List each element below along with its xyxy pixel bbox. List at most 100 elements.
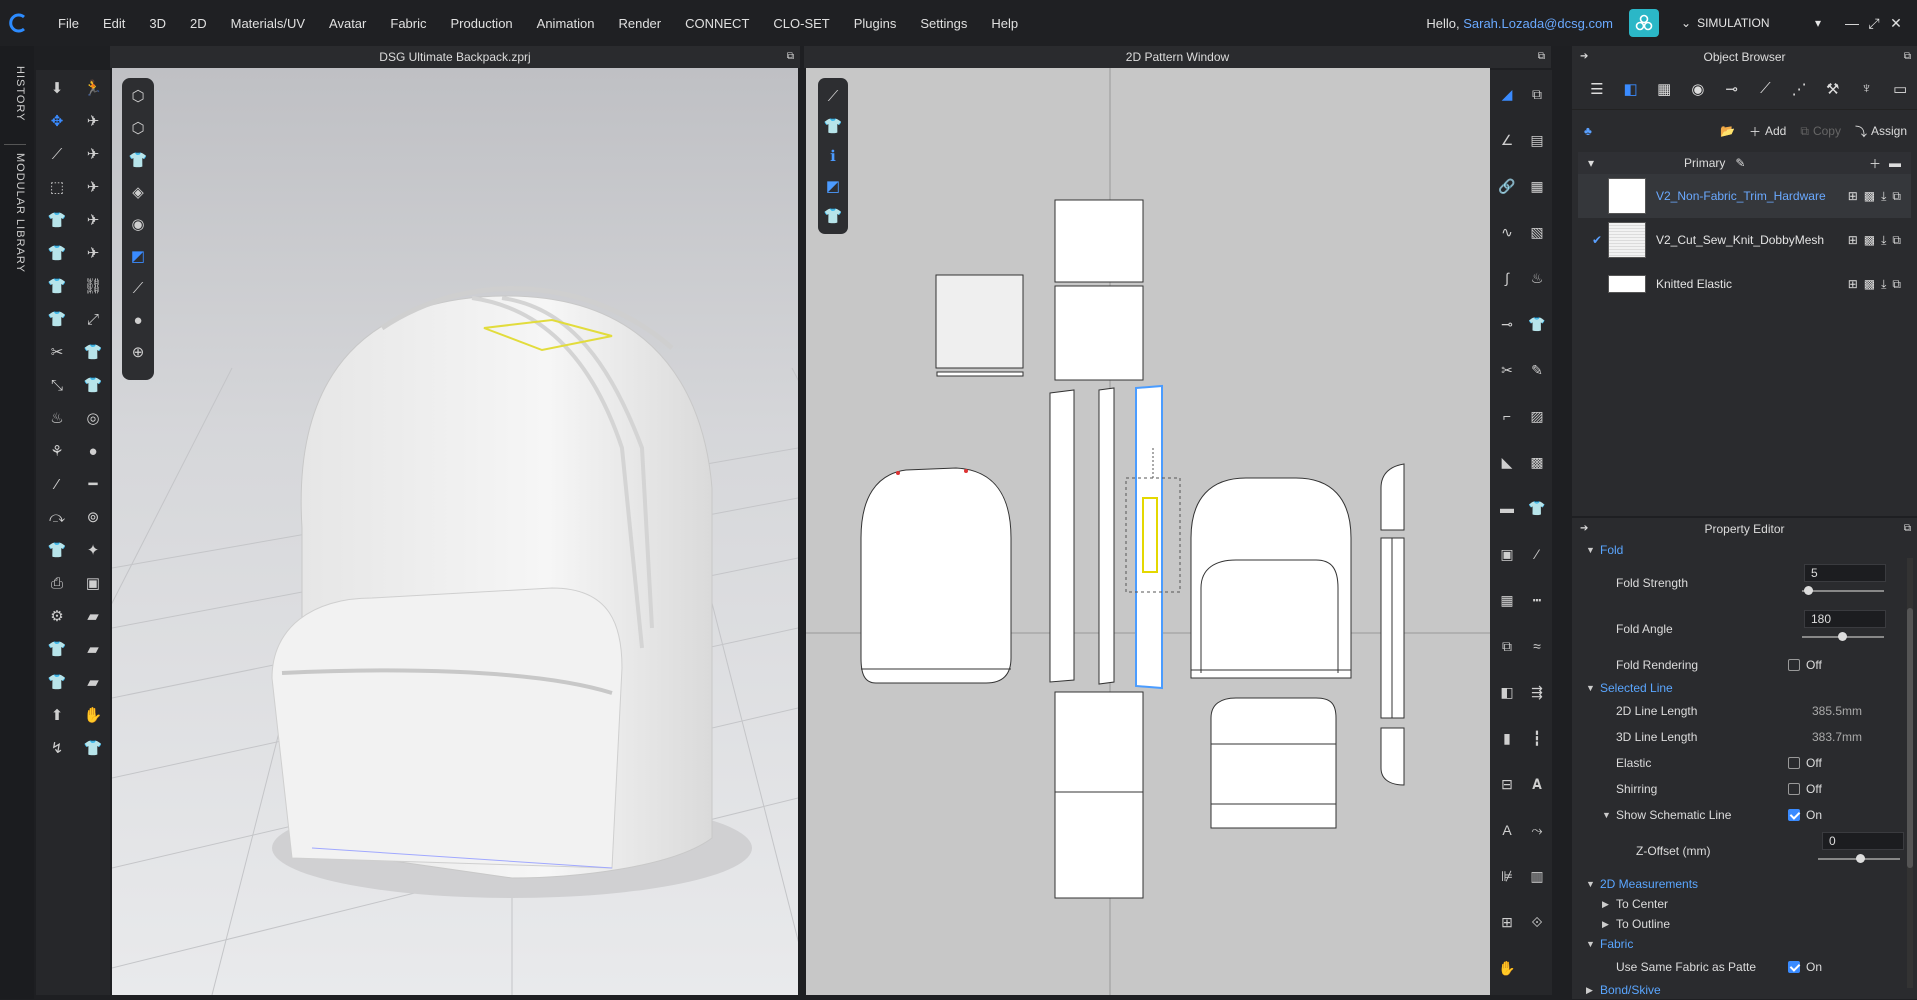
save-fabric-icon[interactable]: ⤓ xyxy=(1881,277,1886,292)
hanger-icon[interactable]: ⚘ xyxy=(44,439,70,463)
dart-icon[interactable]: ◣ xyxy=(1494,450,1520,474)
globe-view-icon[interactable]: ⊕ xyxy=(125,340,151,364)
box-3-icon[interactable]: ▰ xyxy=(80,670,106,694)
pattern-copy-icon[interactable]: ⧉ xyxy=(1524,82,1550,106)
glue-icon[interactable]: ⎙ xyxy=(44,571,70,595)
duplicate-icon[interactable]: ⧉ xyxy=(1892,277,1901,292)
box-2-icon[interactable]: ▰ xyxy=(80,637,106,661)
cut-icon[interactable]: ✂ xyxy=(1494,358,1520,382)
shirt-measure-icon[interactable]: 👕 xyxy=(80,340,106,364)
text-icon[interactable]: 𝐀 xyxy=(1524,772,1550,796)
shirt-arrange-icon[interactable]: ✈ xyxy=(80,208,106,232)
bag-icon[interactable]: ⚙ xyxy=(44,604,70,628)
link-icon[interactable]: 🔗 xyxy=(1494,174,1520,198)
shirt-tool-icon[interactable]: ▧ xyxy=(1524,220,1550,244)
line-icon[interactable]: ⁄ xyxy=(44,472,70,496)
grid-icon[interactable]: ▦ xyxy=(1494,588,1520,612)
menu-edit[interactable]: Edit xyxy=(91,16,137,31)
menu-help[interactable]: Help xyxy=(979,16,1030,31)
scrollbar-thumb[interactable] xyxy=(1907,608,1913,868)
to-outline-row[interactable]: ▶ To Outline xyxy=(1572,914,1902,934)
tack-icon[interactable]: ✈ xyxy=(80,175,106,199)
checkbox-box[interactable] xyxy=(1788,809,1800,821)
graphic-icon[interactable]: ▦ xyxy=(1647,74,1681,104)
menu-render[interactable]: Render xyxy=(606,16,673,31)
shirt-piece-icon[interactable]: ▦ xyxy=(1524,174,1550,198)
shirt-2-icon[interactable]: 👕 xyxy=(80,373,106,397)
folder-icon[interactable]: ▬ xyxy=(1889,156,1901,170)
shirt-lock-icon[interactable]: ⛓ xyxy=(80,274,106,298)
hand-icon[interactable]: ✋ xyxy=(1494,956,1520,980)
menu-file[interactable]: File xyxy=(46,16,91,31)
menu-production[interactable]: Production xyxy=(439,16,525,31)
drag-icon[interactable]: ✋ xyxy=(80,703,106,727)
button-icon[interactable]: ◉ xyxy=(1681,74,1715,104)
layer-icon[interactable]: ⧉ xyxy=(1494,634,1520,658)
shirt-dart-icon[interactable]: ▩ xyxy=(1524,450,1550,474)
brush-icon[interactable]: ⤳ xyxy=(1524,818,1550,842)
wave-icon[interactable]: ≈ xyxy=(1524,634,1550,658)
assign-button[interactable]: ⤵ Assign xyxy=(1855,123,1907,140)
maximize-2d-icon[interactable]: ⧉ xyxy=(1538,46,1545,68)
pattern-canvas[interactable] xyxy=(806,68,1490,995)
fabric-list-item[interactable]: ✔ V2_Cut_Sew_Knit_DobbyMesh ⊞ ▩ ⤓ ⧉ xyxy=(1578,218,1911,262)
fold-angle-input[interactable]: 180 xyxy=(1804,610,1886,628)
checkbox-box[interactable] xyxy=(1788,961,1800,973)
section-2d-measurements[interactable]: ▼ 2D Measurements xyxy=(1572,874,1902,894)
add-button[interactable]: ＋ Add xyxy=(1749,123,1786,140)
add-point-icon[interactable]: ⊸ xyxy=(1494,312,1520,336)
schematic-collapse-icon[interactable]: ▼ xyxy=(1602,810,1616,820)
shirring-checkbox[interactable]: Off xyxy=(1788,782,1822,796)
trim-place-icon[interactable]: ⤢ xyxy=(80,307,106,331)
fabric-icon[interactable]: ◧ xyxy=(1614,74,1648,104)
checkbox-box[interactable] xyxy=(1788,757,1800,769)
shirt-flip-icon[interactable]: 👕 xyxy=(820,204,846,228)
pleat-icon[interactable]: ⇶ xyxy=(1524,680,1550,704)
shirt-dart-2-icon[interactable]: 👕 xyxy=(1524,496,1550,520)
shirt-5-icon[interactable]: 👕 xyxy=(44,670,70,694)
shirt-3-icon[interactable]: 👕 xyxy=(44,538,70,562)
fold-strength-slider[interactable] xyxy=(1802,586,1884,595)
fabric-blocks-icon[interactable]: ◈ xyxy=(125,180,151,204)
shirt-layer-icon[interactable]: ▤ xyxy=(1524,128,1550,152)
shirt-fold-2-icon[interactable]: ▨ xyxy=(1524,404,1550,428)
pen-view-icon[interactable]: ⟋ xyxy=(820,84,846,108)
grid-2-icon[interactable]: ▥ xyxy=(1524,864,1550,888)
shirt-add-icon[interactable]: 👕 xyxy=(44,274,70,298)
maximize-pe-icon[interactable]: ⧉ xyxy=(1904,518,1911,540)
open-folder-icon[interactable]: 📂 xyxy=(1720,124,1735,138)
schematic-checkbox[interactable]: On xyxy=(1788,808,1822,822)
view-cube-icon[interactable]: ⬡ xyxy=(125,84,151,108)
add-to-pattern-icon[interactable]: ⊞ xyxy=(1848,277,1858,292)
copy-button[interactable]: ⧉ Copy xyxy=(1800,124,1841,139)
zip-icon[interactable]: ━ xyxy=(80,472,106,496)
edit-point-icon[interactable]: ∠ xyxy=(1494,128,1520,152)
folder-tool-icon[interactable]: ▬ xyxy=(1494,496,1520,520)
topstitch-icon[interactable]: ⟋ xyxy=(1749,74,1783,104)
measure-2-icon[interactable]: ⤡ xyxy=(44,373,70,397)
fold-angle-slider[interactable] xyxy=(1802,632,1884,641)
annotation-icon[interactable]: A xyxy=(1494,818,1520,842)
buttonhole-icon[interactable]: ⊸ xyxy=(1715,74,1749,104)
minimize-icon[interactable]: — xyxy=(1841,15,1863,31)
menu-avatar[interactable]: Avatar xyxy=(317,16,378,31)
slider-knob[interactable] xyxy=(1856,854,1865,863)
backpack-3d-model[interactable] xyxy=(112,68,798,995)
property-editor-scrollbar[interactable] xyxy=(1907,558,1913,988)
elastic-checkbox[interactable]: Off xyxy=(1788,756,1822,770)
menu-3d[interactable]: 3D xyxy=(137,16,178,31)
menu-clo-set[interactable]: CLO-SET xyxy=(761,16,841,31)
pin-icon[interactable]: ✈ xyxy=(80,142,106,166)
transform-pattern-icon[interactable]: ⟋ xyxy=(44,142,70,166)
slider-knob[interactable] xyxy=(1804,586,1813,595)
colorway-group[interactable]: ▾ Primary ✎ ＋ ▬ xyxy=(1578,152,1911,174)
add-to-pattern-icon[interactable]: ⊞ xyxy=(1848,233,1858,248)
collapse-arrow-icon[interactable]: ▾ xyxy=(1588,156,1594,170)
layout-icon[interactable]: ⊞ xyxy=(1494,910,1520,934)
box-icon[interactable]: ▰ xyxy=(80,604,106,628)
shirt-4-icon[interactable]: 👕 xyxy=(44,637,70,661)
3d-viewport[interactable]: ⬡ ⬡ 👕 ◈ ◉ ◩ ⟋ ● ⊕ xyxy=(112,68,798,995)
steam-icon[interactable]: ♨ xyxy=(44,406,70,430)
curve-icon[interactable]: ↯ xyxy=(44,736,70,760)
fabric-list-item[interactable]: V2_Non-Fabric_Trim_Hardware ⊞ ▩ ⤓ ⧉ xyxy=(1578,174,1911,218)
